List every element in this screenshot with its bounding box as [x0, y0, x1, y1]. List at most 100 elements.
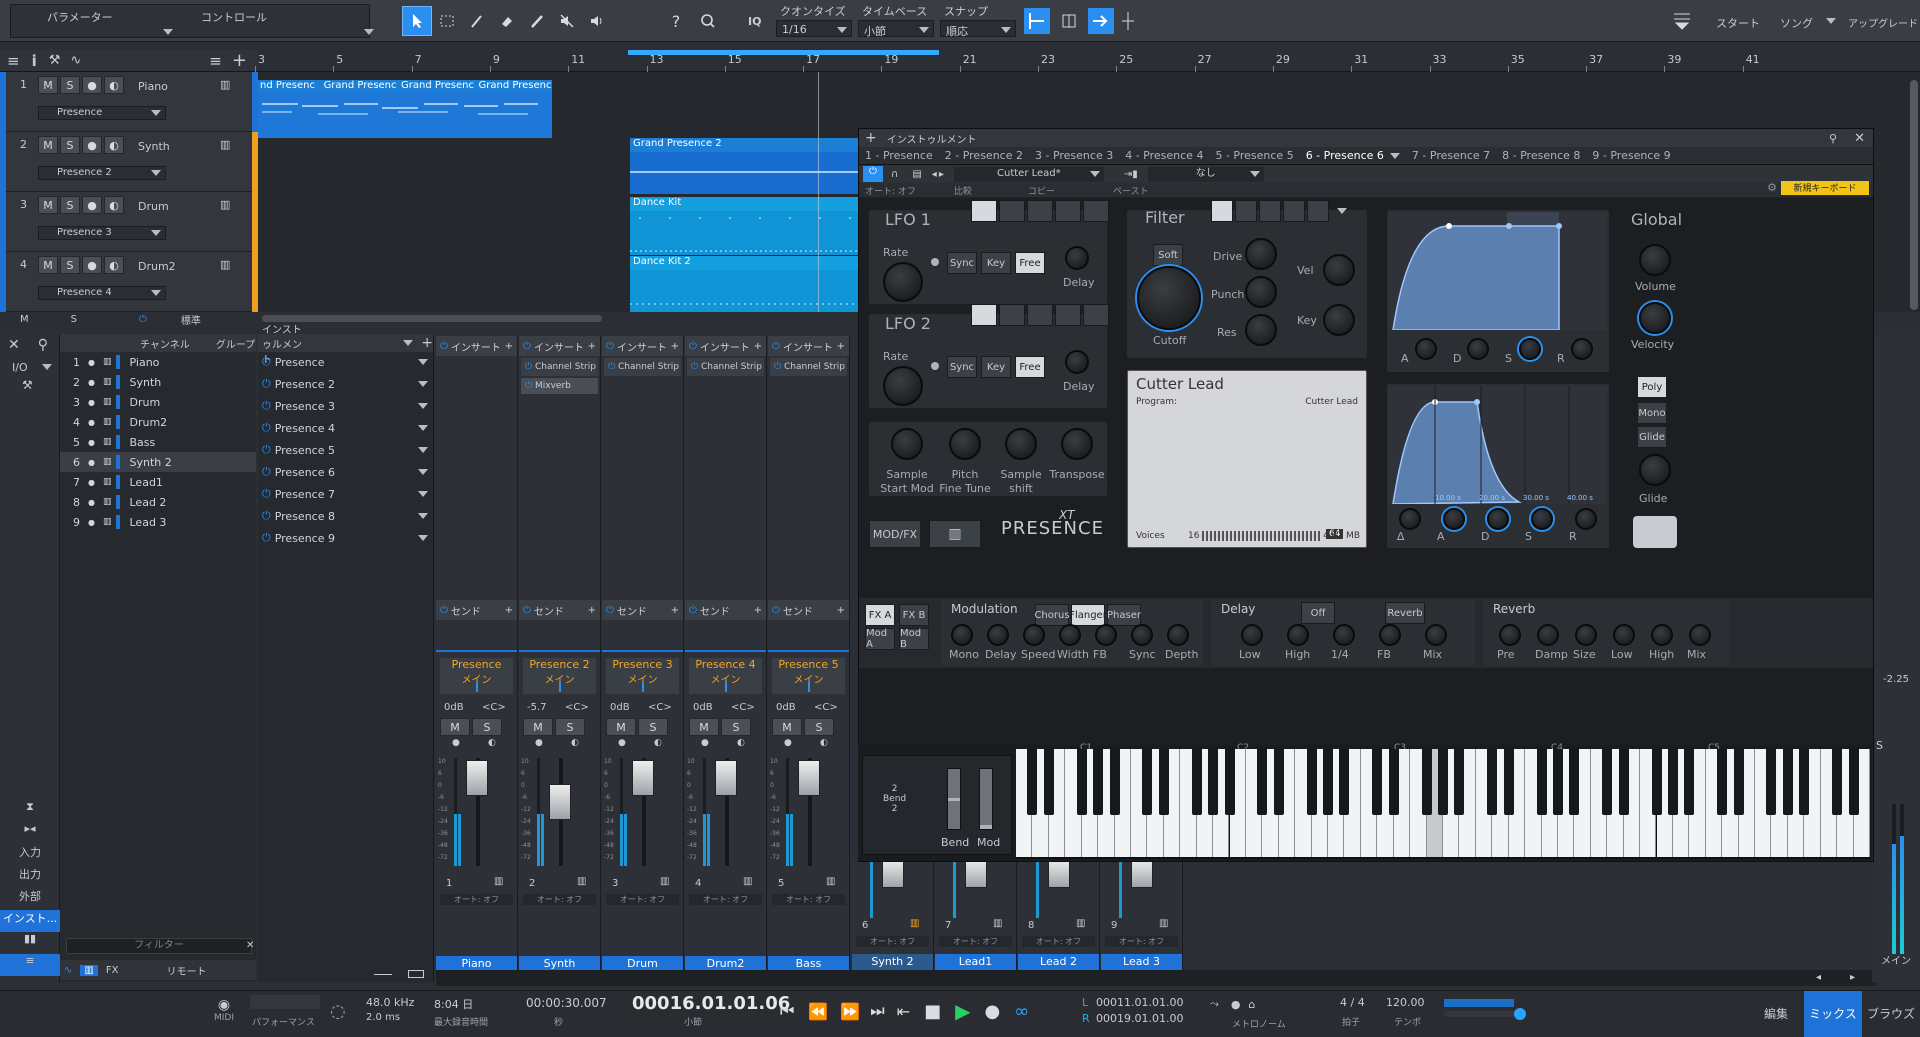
- punch-knob[interactable]: [1245, 276, 1277, 308]
- strip-automation[interactable]: オート: オフ: [1022, 936, 1095, 947]
- res-knob[interactable]: [1245, 314, 1277, 346]
- lfo2-delay-knob[interactable]: [1065, 350, 1089, 374]
- vertical-scrollbar[interactable]: [1910, 80, 1918, 310]
- lfo1-free-button[interactable]: Free: [1015, 252, 1045, 274]
- next-preset-icon[interactable]: ▸: [939, 169, 944, 180]
- strip-automation[interactable]: オート: オフ: [606, 894, 679, 905]
- instrument-icon[interactable]: ▥: [220, 198, 230, 211]
- velocity-knob[interactable]: [1639, 302, 1671, 334]
- modb-button[interactable]: Mod B: [899, 628, 929, 650]
- lfo2-wave-square-icon[interactable]: [1055, 304, 1081, 326]
- visible-dot-icon[interactable]: ●: [88, 498, 95, 507]
- visible-dot-icon[interactable]: ●: [88, 418, 95, 427]
- strip-volume[interactable]: 0dB: [776, 702, 796, 713]
- instrument-icon[interactable]: ▥: [220, 258, 230, 271]
- close-icon[interactable]: ✕: [8, 337, 20, 353]
- visible-dot-icon[interactable]: ●: [88, 358, 95, 367]
- mod-delay-knob[interactable]: [987, 624, 1009, 646]
- record-arm-icon[interactable]: ●: [452, 738, 460, 748]
- menu-icon[interactable]: ≡: [7, 52, 20, 70]
- strip-automation[interactable]: オート: オフ: [856, 936, 929, 947]
- strip-volume[interactable]: 0dB: [693, 702, 713, 713]
- black-key[interactable]: [1208, 749, 1219, 815]
- track-header[interactable]: 2 M S ● ◐ Synth ▥ Presence 2: [0, 132, 258, 192]
- monitor-icon[interactable]: ◐: [104, 76, 124, 94]
- ripple-icon[interactable]: [1118, 8, 1138, 34]
- strip-pan[interactable]: <C>: [565, 702, 589, 713]
- black-key[interactable]: [1273, 749, 1284, 815]
- black-key[interactable]: [1848, 749, 1859, 815]
- black-key[interactable]: [1043, 749, 1054, 815]
- mod-fb-knob[interactable]: [1095, 624, 1117, 646]
- mono-button[interactable]: Mono: [1637, 402, 1667, 424]
- strip-name[interactable]: Lead1: [935, 954, 1016, 970]
- monitor-icon[interactable]: ◐: [571, 738, 579, 748]
- strip-volume[interactable]: -5.7: [527, 702, 547, 713]
- wrench-icon[interactable]: ⚒: [0, 378, 59, 400]
- add-send-icon[interactable]: +: [505, 605, 513, 616]
- pin-icon[interactable]: ⚲: [1829, 132, 1837, 145]
- auto-off[interactable]: オート: オフ: [865, 184, 916, 197]
- delay-3-knob[interactable]: [1379, 624, 1401, 646]
- track-select-strip[interactable]: [0, 132, 6, 192]
- amp-a-knob[interactable]: [1415, 338, 1437, 360]
- nav-input[interactable]: 入力: [0, 844, 60, 866]
- track-name[interactable]: Drum2: [138, 260, 176, 273]
- reverb-mix-knob[interactable]: [1689, 624, 1711, 646]
- channel-row[interactable]: 5 ● ▥ Bass: [60, 432, 256, 452]
- strip-automation[interactable]: オート: オフ: [939, 936, 1012, 947]
- voices-slider[interactable]: [1202, 531, 1322, 541]
- power-icon[interactable]: ⏻: [606, 605, 614, 616]
- bend-range-box[interactable]: 2 Bend 2: [883, 784, 906, 814]
- start-button[interactable]: スタート: [1716, 15, 1760, 31]
- monitor-icon[interactable]: ◐: [737, 738, 745, 748]
- lfo1-wave-square-icon[interactable]: [1055, 200, 1081, 222]
- power-icon[interactable]: ⏻: [523, 605, 531, 616]
- return-zero-icon[interactable]: ⏮: [780, 1001, 794, 1021]
- add-send-icon[interactable]: +: [837, 605, 845, 616]
- track-instrument-select[interactable]: Presence: [38, 106, 166, 120]
- record-arm-icon[interactable]: ●: [82, 136, 102, 154]
- add-send-icon[interactable]: +: [754, 605, 762, 616]
- song-dropdown-icon[interactable]: [1826, 18, 1836, 24]
- power-icon[interactable]: ⏻: [440, 605, 448, 616]
- sample-shift-knob[interactable]: [1005, 428, 1037, 460]
- strip-pan[interactable]: <C>: [731, 702, 755, 713]
- arrow-tool-icon[interactable]: [402, 6, 432, 36]
- volume-fader[interactable]: [882, 858, 904, 888]
- black-key[interactable]: [1733, 749, 1744, 815]
- lfo2-free-button[interactable]: Free: [1015, 356, 1045, 378]
- add-insert-icon[interactable]: +: [671, 341, 679, 352]
- delay-0-knob[interactable]: [1241, 624, 1263, 646]
- meter-icon[interactable]: ▮▮: [0, 932, 60, 954]
- copy-button[interactable]: コピー: [1028, 184, 1055, 197]
- amp-d-knob[interactable]: [1467, 338, 1489, 360]
- track-name[interactable]: Piano: [138, 80, 168, 93]
- instrument-row[interactable]: ⏻ Presence 8: [258, 506, 434, 526]
- list-options-icon[interactable]: ≡: [209, 52, 222, 70]
- solo-button[interactable]: S: [555, 718, 585, 736]
- strip-automation[interactable]: オート: オフ: [689, 894, 762, 905]
- instrument-tab[interactable]: 6 - Presence 6: [1300, 149, 1390, 162]
- power-icon[interactable]: ⏻: [863, 166, 883, 182]
- rewind-icon[interactable]: ⏪: [808, 1002, 828, 1021]
- insert-slot[interactable]: ⏻ Channel Strip: [521, 358, 598, 376]
- track-name[interactable]: Drum: [138, 200, 169, 213]
- add-insert-icon[interactable]: +: [837, 341, 845, 352]
- track-header[interactable]: 1 M S ● ◐ Piano ▥ Presence: [0, 72, 258, 132]
- lfo2-wave-sine-icon[interactable]: [971, 304, 997, 326]
- io-tab[interactable]: I/O: [12, 361, 28, 374]
- record-arm-icon[interactable]: ●: [82, 256, 102, 274]
- lfo1-delay-knob[interactable]: [1065, 246, 1089, 270]
- track-instrument-select[interactable]: Presence 2: [38, 166, 166, 180]
- play-icon[interactable]: ▶: [955, 999, 970, 1023]
- power-icon[interactable]: ⏻: [608, 362, 618, 372]
- loop-end[interactable]: 00019.01.01.00: [1096, 1012, 1183, 1025]
- footer-standard[interactable]: 標準: [181, 312, 201, 327]
- black-key[interactable]: [1076, 749, 1087, 815]
- visible-dot-icon[interactable]: ●: [88, 378, 95, 387]
- instrument-icon[interactable]: ▥: [220, 78, 230, 91]
- mute-button[interactable]: M: [689, 718, 719, 736]
- channel-row[interactable]: 8 ● ▥ Lead 2: [60, 492, 256, 512]
- amp-s-knob[interactable]: [1519, 338, 1541, 360]
